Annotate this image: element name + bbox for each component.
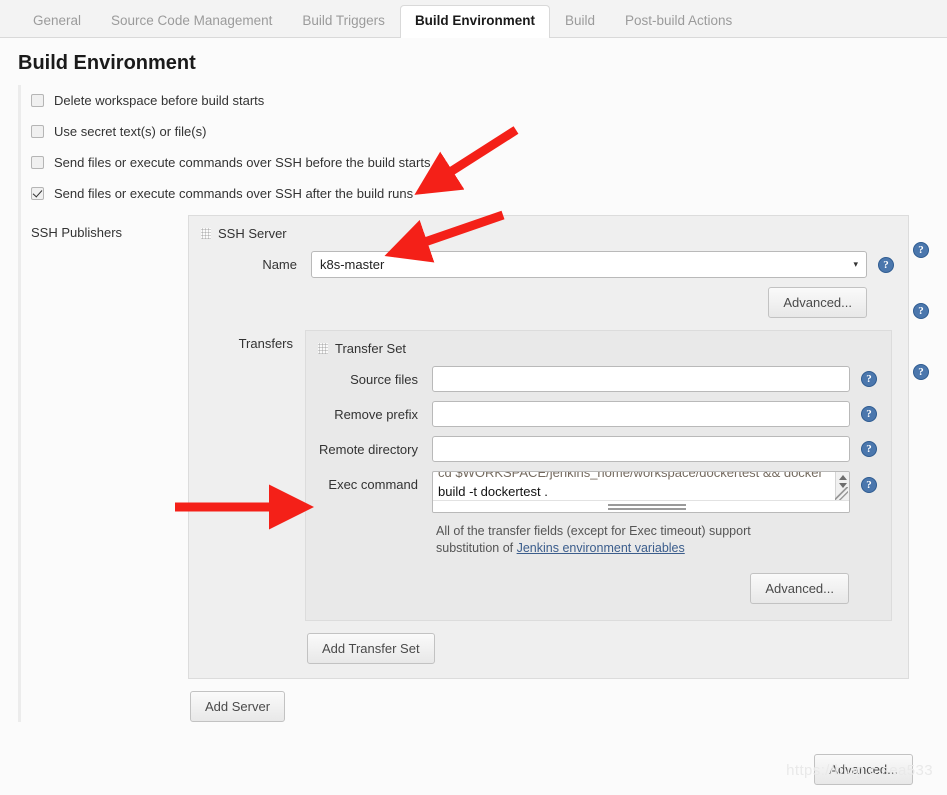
- jenkins-environment-variables-link[interactable]: Jenkins environment variables: [517, 541, 685, 555]
- input-remote-directory[interactable]: [432, 436, 850, 462]
- help-icon-remote-directory[interactable]: ?: [861, 441, 877, 457]
- option-label-ssh-before-build: Send files or execute commands over SSH …: [54, 155, 430, 170]
- checkbox-ssh-after-build[interactable]: [31, 187, 44, 200]
- help-icon-remove-prefix[interactable]: ?: [861, 406, 877, 422]
- option-label-ssh-after-build: Send files or execute commands over SSH …: [54, 186, 413, 201]
- select-ssh-server-name-value: k8s-master: [320, 257, 384, 272]
- option-row-ssh-before-build[interactable]: Send files or execute commands over SSH …: [18, 147, 947, 178]
- option-row-use-secret-text[interactable]: Use secret text(s) or file(s) ?: [18, 116, 947, 147]
- drag-grip-icon-transfer-set[interactable]: [318, 343, 328, 354]
- label-source-files: Source files: [318, 372, 432, 387]
- field-exec-command: Exec command cd $WORKSPACE/jenkins_home/…: [318, 471, 877, 513]
- help-icon-source-files[interactable]: ?: [861, 371, 877, 387]
- build-environment-page: Build Environment Delete workspace befor…: [0, 38, 947, 795]
- option-row-ssh-after-build[interactable]: Send files or execute commands over SSH …: [18, 178, 947, 209]
- label-exec-command: Exec command: [318, 471, 432, 492]
- checkbox-use-secret-text[interactable]: [31, 125, 44, 138]
- label-remove-prefix: Remove prefix: [318, 407, 432, 422]
- add-server-row: Add Server: [190, 691, 947, 722]
- add-transfer-set-row: Add Transfer Set: [307, 633, 894, 664]
- exec-command-line-1: cd $WORKSPACE/jenkins_home/workspace/doc…: [438, 471, 833, 482]
- tab-build-environment[interactable]: Build Environment: [400, 5, 550, 38]
- help-icon-exec-command[interactable]: ?: [861, 477, 877, 493]
- exec-command-horizontal-scrollbar[interactable]: [433, 500, 849, 512]
- tab-build-triggers[interactable]: Build Triggers: [287, 5, 400, 38]
- hint-line-2-prefix: substitution of: [436, 541, 517, 555]
- build-environment-options: Delete workspace before build starts Use…: [18, 85, 947, 209]
- ssh-publishers-section: SSH Publishers SSH Server Name k8s-maste…: [18, 215, 947, 679]
- transfer-set-advanced-button[interactable]: Advanced...: [750, 573, 849, 604]
- select-ssh-server-name[interactable]: k8s-master ▾: [311, 251, 867, 278]
- ssh-server-title: SSH Server: [218, 226, 287, 241]
- checkbox-ssh-before-build[interactable]: [31, 156, 44, 169]
- transfer-set-title: Transfer Set: [335, 341, 406, 356]
- help-icon-ssh-server-name[interactable]: ?: [878, 257, 894, 273]
- tab-source-code-management[interactable]: Source Code Management: [96, 5, 287, 38]
- transfer-set-panel: Transfer Set Source files ? Remove prefi…: [305, 330, 892, 621]
- option-row-delete-workspace[interactable]: Delete workspace before build starts: [18, 85, 947, 116]
- textarea-exec-command[interactable]: cd $WORKSPACE/jenkins_home/workspace/doc…: [432, 471, 850, 513]
- help-icon-ssh-after-build[interactable]: ?: [913, 364, 929, 380]
- scroll-up-arrow-icon[interactable]: [839, 475, 847, 480]
- option-label-delete-workspace: Delete workspace before build starts: [54, 93, 264, 108]
- transfer-set-advanced-row: Advanced...: [318, 573, 877, 604]
- exec-command-horizontal-scroll-thumb[interactable]: [608, 504, 686, 510]
- page-advanced-button[interactable]: Advanced...: [814, 754, 913, 785]
- page-title: Build Environment: [0, 38, 947, 85]
- label-ssh-server-name: Name: [201, 257, 311, 272]
- help-icon-ssh-before-build[interactable]: ?: [913, 303, 929, 319]
- tab-post-build-actions[interactable]: Post-build Actions: [610, 5, 747, 38]
- option-label-use-secret-text: Use secret text(s) or file(s): [54, 124, 206, 139]
- ssh-server-advanced-row: Advanced...: [201, 287, 894, 318]
- help-icon-use-secret-text[interactable]: ?: [913, 242, 929, 258]
- tab-general[interactable]: General: [18, 5, 96, 38]
- exec-command-line-2-prefix: build -t: [438, 484, 481, 499]
- exec-command-content: cd $WORKSPACE/jenkins_home/workspace/doc…: [438, 471, 833, 501]
- hint-line-1: All of the transfer fields (except for E…: [436, 524, 751, 538]
- ssh-server-panel: SSH Server Name k8s-master ▾ ? Advanced.…: [188, 215, 909, 679]
- tab-build[interactable]: Build: [550, 5, 610, 38]
- ssh-server-advanced-button[interactable]: Advanced...: [768, 287, 867, 318]
- label-remote-directory: Remote directory: [318, 442, 432, 457]
- add-server-button[interactable]: Add Server: [190, 691, 285, 722]
- transfer-set-title-row: Transfer Set: [318, 341, 877, 356]
- add-transfer-set-button[interactable]: Add Transfer Set: [307, 633, 435, 664]
- transfer-fields-hint: All of the transfer fields (except for E…: [436, 523, 776, 557]
- input-remove-prefix[interactable]: [432, 401, 850, 427]
- exec-command-line-2: build -t dockertest .: [438, 482, 833, 501]
- field-ssh-server-name: Name k8s-master ▾ ?: [201, 251, 894, 278]
- drag-grip-icon-ssh-server[interactable]: [201, 228, 211, 239]
- field-source-files: Source files ?: [318, 366, 877, 392]
- transfers-label: Transfers: [201, 330, 305, 621]
- checkbox-delete-workspace[interactable]: [31, 94, 44, 107]
- ssh-publishers-label: SSH Publishers: [18, 215, 188, 679]
- transfers-section: Transfers Transfer Set Source files ?: [201, 330, 894, 621]
- config-tab-bar: General Source Code Management Build Tri…: [0, 0, 947, 38]
- input-source-files[interactable]: [432, 366, 850, 392]
- chevron-down-icon-ssh-server-name: ▾: [853, 259, 858, 270]
- field-remove-prefix: Remove prefix ?: [318, 401, 877, 427]
- resize-grip-icon-exec-command[interactable]: [835, 487, 848, 500]
- ssh-server-title-row: SSH Server: [201, 226, 894, 241]
- field-remote-directory: Remote directory ?: [318, 436, 877, 462]
- page-content: Delete workspace before build starts Use…: [0, 85, 947, 722]
- exec-command-line-2-suffix: .: [541, 484, 548, 499]
